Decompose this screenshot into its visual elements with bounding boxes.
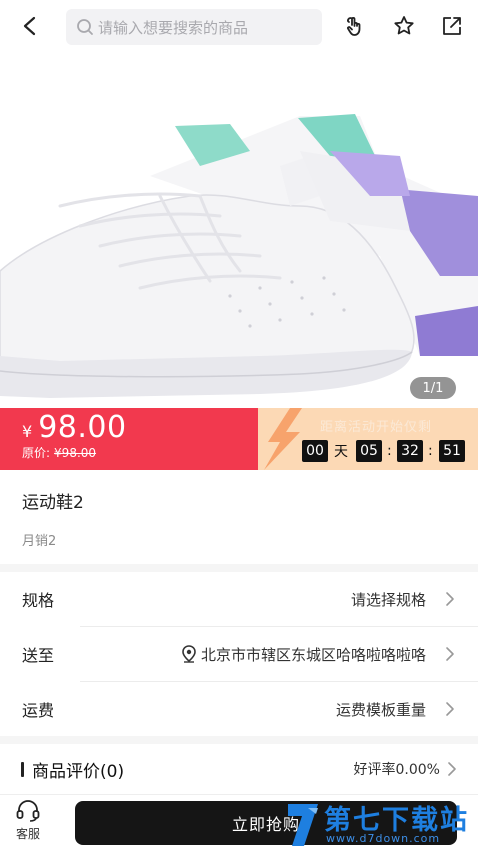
chevron-right-icon (444, 591, 456, 611)
currency-symbol: ¥ (22, 422, 33, 441)
countdown-sep: : (387, 443, 392, 459)
sneaker-image (0, 114, 478, 398)
watermark-url: www.d7down.com (326, 832, 441, 845)
countdown-days: 00 (302, 440, 328, 462)
spec-value: 请选择规格 (350, 590, 426, 609)
original-price-value: ¥98.00 (54, 446, 97, 460)
countdown-minutes: 32 (397, 440, 423, 462)
top-bar: 请输入想要搜索的商品 (0, 0, 478, 56)
monthly-sales: 月销2 (22, 534, 57, 549)
product-title: 运动鞋2 (22, 493, 84, 513)
countdown-seconds: 51 (439, 440, 465, 462)
lightning-icon (264, 408, 302, 470)
search-placeholder: 请输入想要搜索的商品 (98, 18, 249, 37)
watermark-logo-icon (288, 804, 318, 846)
original-price: 原价: ¥98.00 (22, 444, 96, 461)
ship-to-row[interactable]: 送至 北京市市辖区东城区哈咯啦咯啦咯 (0, 627, 478, 681)
price-value: 98.00 (38, 410, 127, 445)
search-icon (76, 18, 94, 36)
countdown-sep: : (428, 443, 433, 459)
product-image[interactable]: 1/1 (0, 56, 478, 409)
chevron-right-icon (444, 701, 456, 721)
countdown-days-unit: 天 (334, 444, 348, 460)
promo-bar: ¥ 98.00 原价: ¥98.00 距离活动开始仅剩 00 天 05 : 32 … (0, 408, 478, 470)
freight-label: 运费 (22, 701, 55, 720)
section-gap (0, 736, 478, 744)
spec-label: 规格 (22, 591, 55, 610)
swipe-gesture-icon[interactable] (338, 8, 374, 44)
freight-value: 运费模板重量 (335, 700, 426, 719)
favorite-star-icon[interactable] (386, 8, 422, 44)
reviews-header[interactable]: 商品评价(0) 好评率0.00% (0, 744, 478, 794)
freight-row[interactable]: 运费 运费模板重量 (0, 682, 478, 736)
countdown-hours: 05 (356, 440, 382, 462)
ship-to-address: 北京市市辖区东城区哈咯啦咯啦咯 (181, 627, 426, 681)
headset-icon (15, 799, 41, 823)
location-pin-icon (181, 645, 197, 663)
spec-row[interactable]: 规格 请选择规格 (0, 572, 478, 626)
customer-service-button[interactable]: 客服 (8, 799, 48, 847)
positive-rate: 好评率0.00% (353, 762, 440, 778)
back-icon[interactable] (12, 8, 48, 44)
current-price: ¥ 98.00 (22, 410, 127, 445)
share-icon[interactable] (434, 8, 470, 44)
image-pager: 1/1 (410, 377, 456, 399)
product-info: 运动鞋2 月销2 (0, 470, 478, 564)
countdown-label: 距离活动开始仅剩 (320, 420, 433, 435)
chevron-right-icon (444, 646, 456, 666)
search-input[interactable]: 请输入想要搜索的商品 (66, 9, 322, 45)
watermark: 第七下载站 www.d7down.com (280, 796, 478, 850)
section-gap (0, 564, 478, 572)
section-marker (21, 762, 24, 777)
reviews-title: 商品评价(0) (32, 761, 125, 782)
ship-to-value: 北京市市辖区东城区哈咯啦咯啦咯 (200, 645, 426, 664)
ship-to-label: 送至 (22, 646, 55, 665)
original-price-label: 原价: (22, 446, 51, 460)
chevron-right-icon (446, 761, 458, 781)
customer-service-label: 客服 (15, 827, 40, 841)
